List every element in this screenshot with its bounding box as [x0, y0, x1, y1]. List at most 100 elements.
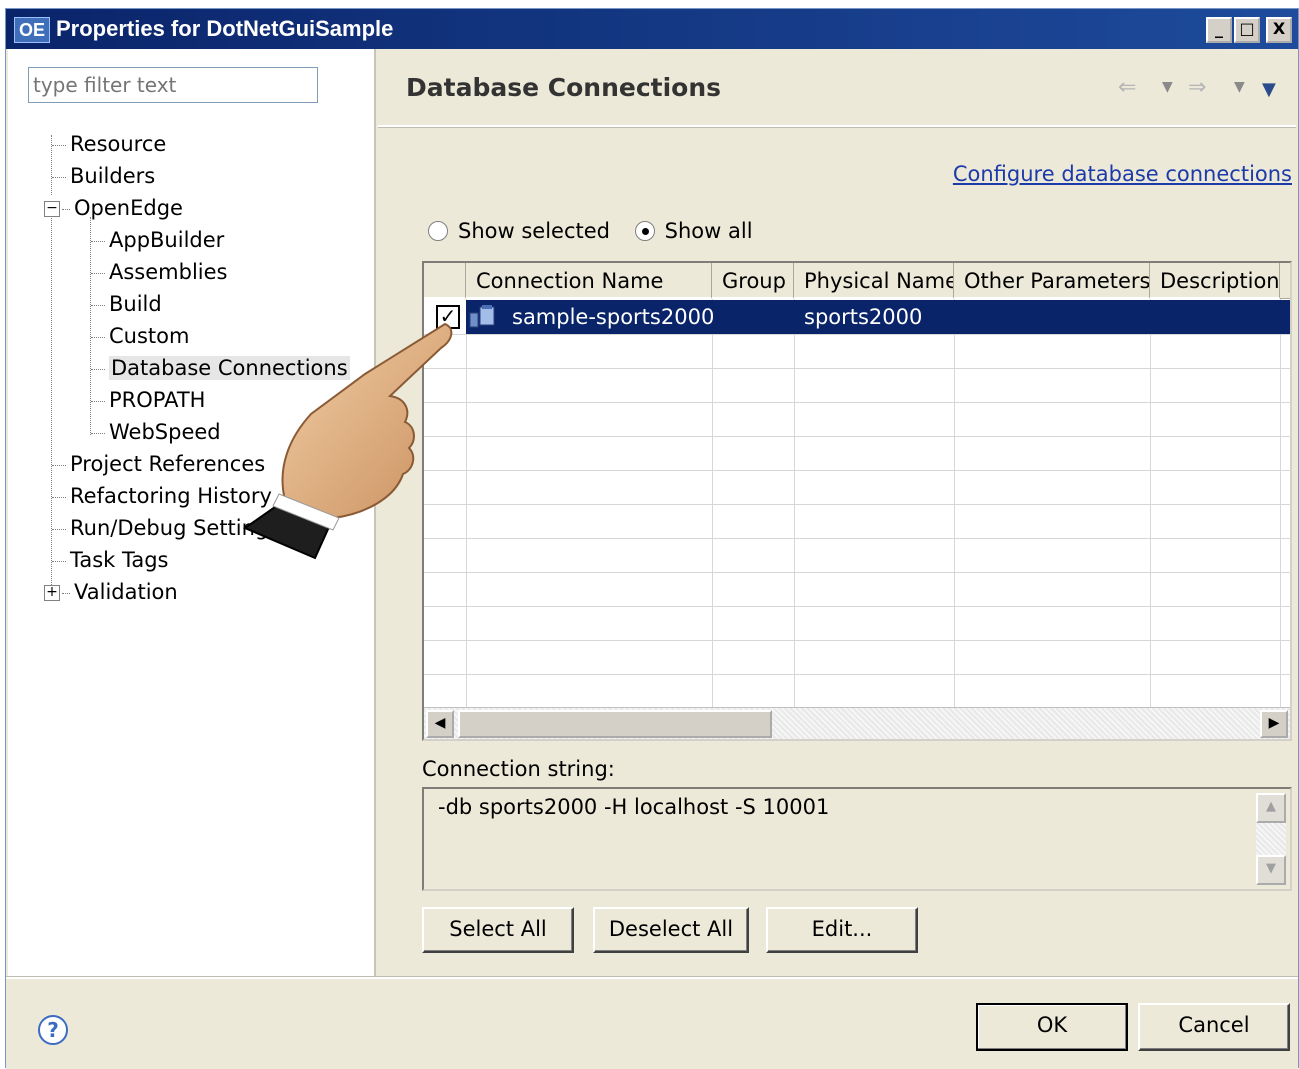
expand-icon[interactable]: +: [44, 585, 60, 601]
tree-item-builders[interactable]: Builders: [52, 161, 155, 191]
column-header-check[interactable]: [424, 263, 466, 299]
select-all-button[interactable]: Select All: [422, 907, 574, 953]
show-all-radio[interactable]: Show all: [634, 219, 753, 243]
database-connection-icon: [469, 305, 495, 328]
scroll-up-icon[interactable]: ▲: [1256, 793, 1286, 823]
grid-line: [954, 299, 955, 709]
tree-item-validation[interactable]: Validation: [62, 577, 178, 607]
scroll-left-icon[interactable]: ◀: [426, 710, 454, 738]
vertical-scrollbar[interactable]: ▲ ▼: [1256, 793, 1286, 885]
scroll-right-icon[interactable]: ▶: [1260, 710, 1288, 738]
chevron-down-icon[interactable]: ▼: [1162, 79, 1173, 95]
tree-connector: [52, 144, 66, 146]
column-header-group[interactable]: Group: [712, 263, 794, 299]
connection-string-label: Connection string:: [422, 757, 615, 781]
maximize-button[interactable]: □: [1234, 17, 1260, 43]
radio-unchecked-icon: [428, 221, 448, 241]
tree-item-label: Resource: [70, 132, 167, 156]
column-header-connection-name[interactable]: Connection Name: [466, 263, 712, 299]
forward-arrow-icon[interactable]: ⇒: [1188, 75, 1206, 100]
title-bar[interactable]: OE Properties for DotNetGuiSample _ □ X: [6, 9, 1298, 49]
tree-item-openedge[interactable]: OpenEdge: [62, 193, 183, 223]
connection-string-field[interactable]: -db sports2000 -H localhost -S 10001 ▲ ▼: [422, 787, 1292, 891]
tree-connector: [91, 240, 105, 242]
tree-item-label: WebSpeed: [109, 420, 221, 444]
tree-connector: [52, 528, 66, 530]
grid-line: [794, 299, 795, 709]
scroll-thumb[interactable]: [458, 710, 772, 738]
grid-line: [424, 572, 1290, 573]
column-header-description[interactable]: Description: [1150, 263, 1280, 299]
grid-line: [1150, 299, 1151, 709]
tree-item-resource[interactable]: Resource: [52, 129, 166, 159]
scroll-down-icon[interactable]: ▼: [1256, 855, 1286, 885]
cell-connection-name: sample-sports2000: [512, 305, 715, 329]
edit-button[interactable]: Edit...: [766, 907, 918, 953]
tree-item-label: AppBuilder: [109, 228, 225, 252]
grid-line: [424, 504, 1290, 505]
horizontal-scrollbar[interactable]: ◀ ▶: [424, 707, 1290, 739]
page-header: Database Connections ⇐ ▼ ⇒ ▼ ▼: [378, 49, 1296, 127]
tree-connector: [91, 336, 105, 338]
cancel-button[interactable]: Cancel: [1138, 1003, 1290, 1051]
column-header-other-parameters[interactable]: Other Parameters: [954, 263, 1150, 299]
tree-item-assemblies[interactable]: Assemblies: [91, 257, 227, 287]
tree-item-appbuilder[interactable]: AppBuilder: [91, 225, 224, 255]
grid-line: [424, 674, 1290, 675]
tree-item-label: Task Tags: [70, 548, 169, 572]
grid-line: [424, 402, 1290, 403]
filter-input[interactable]: [28, 67, 318, 103]
grid-line: [424, 606, 1290, 607]
tree-item-label: OpenEdge: [74, 196, 183, 220]
tree-item-label: Custom: [109, 324, 190, 348]
tree-item-label: PROPATH: [109, 388, 206, 412]
tree-item-webspeed[interactable]: WebSpeed: [91, 417, 221, 447]
tree-item-custom[interactable]: Custom: [91, 321, 189, 351]
connections-table[interactable]: Connection Name Group Physical Name Othe…: [422, 261, 1292, 741]
grid-line: [424, 436, 1290, 437]
configure-database-connections-link[interactable]: Configure database connections: [953, 162, 1292, 186]
dialog-button-bar: ? OK Cancel: [6, 977, 1298, 1069]
tree-item-propath[interactable]: PROPATH: [91, 385, 205, 415]
collapse-icon[interactable]: −: [44, 201, 60, 217]
grid-line: [424, 538, 1290, 539]
deselect-all-button[interactable]: Deselect All: [593, 907, 749, 953]
page-title: Database Connections: [406, 73, 722, 102]
openedge-icon: OE: [14, 17, 50, 43]
close-button[interactable]: X: [1266, 17, 1292, 43]
grid-line: [712, 299, 713, 709]
tree-item-label: Builders: [70, 164, 156, 188]
grid-line: [424, 334, 1290, 335]
grid-line: [424, 640, 1290, 641]
tree-connector: [91, 432, 105, 434]
show-all-label: Show all: [664, 219, 753, 243]
tree-connector: [52, 496, 66, 498]
help-icon[interactable]: ?: [38, 1015, 68, 1045]
tree-connector: [62, 208, 70, 210]
tree-connector: [52, 464, 66, 466]
window-title: Properties for DotNetGuiSample: [56, 16, 394, 41]
table-header: Connection Name Group Physical Name Othe…: [424, 263, 1290, 299]
properties-dialog: OE Properties for DotNetGuiSample _ □ X …: [5, 8, 1299, 1069]
tree-connector: [52, 176, 66, 178]
tree-item-task-tags[interactable]: Task Tags: [52, 545, 169, 575]
column-header-physical-name[interactable]: Physical Name: [794, 263, 954, 299]
cell-physical-name: sports2000: [804, 305, 923, 329]
page-content: Database Connections ⇐ ▼ ⇒ ▼ ▼ Configure…: [378, 49, 1296, 977]
show-selected-label: Show selected: [458, 219, 610, 243]
back-arrow-icon[interactable]: ⇐: [1118, 75, 1136, 100]
minimize-button[interactable]: _: [1206, 17, 1232, 43]
view-menu-icon[interactable]: ▼: [1262, 79, 1276, 100]
tree-item-label: Build: [109, 292, 162, 316]
radio-checked-icon: [634, 221, 655, 241]
grid-line: [424, 470, 1290, 471]
chevron-down-icon[interactable]: ▼: [1234, 79, 1245, 95]
tree-item-label: Assemblies: [109, 260, 228, 284]
tree-item-build[interactable]: Build: [91, 289, 162, 319]
tree-connector: [52, 560, 66, 562]
show-selected-radio[interactable]: Show selected: [428, 219, 610, 243]
grid-line: [1280, 299, 1281, 709]
tree-connector: [91, 368, 105, 370]
ok-button[interactable]: OK: [976, 1003, 1128, 1051]
grid-line: [424, 368, 1290, 369]
